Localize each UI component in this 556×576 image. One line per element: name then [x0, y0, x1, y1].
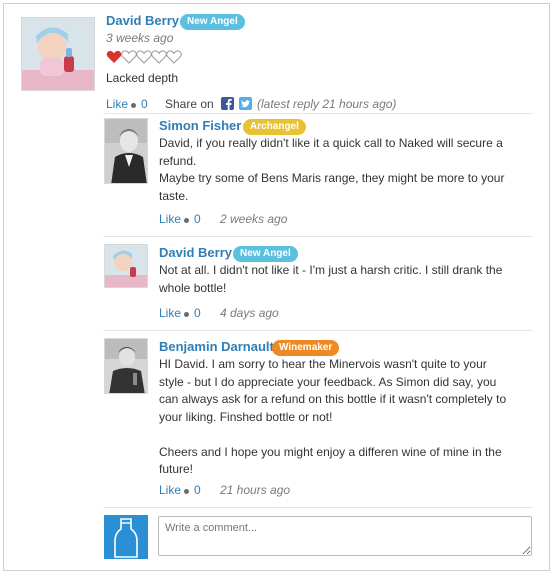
- facebook-icon[interactable]: [221, 97, 234, 110]
- reply-time: 4 days ago: [220, 306, 279, 320]
- like-link[interactable]: Like: [159, 483, 181, 497]
- share-label: Share on: [165, 97, 214, 111]
- reply-avatar[interactable]: [104, 338, 148, 394]
- divider: [103, 236, 533, 237]
- comment-input[interactable]: [158, 516, 532, 556]
- status-badge: New Angel: [233, 246, 298, 262]
- divider: [103, 507, 533, 508]
- reply-author[interactable]: Benjamin Darnault: [159, 339, 274, 354]
- reply-text: David, if you really didn't like it a qu…: [159, 136, 505, 203]
- like-count: 0: [194, 212, 201, 226]
- heart-empty-icon: [121, 50, 137, 64]
- twitter-icon[interactable]: [239, 97, 252, 110]
- like-link[interactable]: Like: [106, 97, 128, 111]
- bullet-dot: [184, 312, 189, 317]
- reply-author[interactable]: David Berry: [159, 245, 232, 260]
- review-text: Lacked depth: [106, 71, 179, 85]
- bullet-dot: [184, 218, 189, 223]
- bullet-dot: [131, 103, 136, 108]
- like-link[interactable]: Like: [159, 306, 181, 320]
- heart-empty-icon: [166, 50, 182, 64]
- divider: [103, 330, 533, 331]
- reply-avatar[interactable]: [104, 244, 148, 288]
- status-badge: Winemaker: [272, 340, 340, 356]
- divider: [103, 113, 533, 114]
- like-count: 0: [194, 306, 201, 320]
- like-link[interactable]: Like: [159, 212, 181, 226]
- reviewer-avatar[interactable]: [21, 17, 95, 91]
- bottle-icon: [104, 515, 148, 559]
- status-badge: New Angel: [180, 14, 245, 30]
- reply-text: HI David. I am sorry to hear the Minervo…: [159, 357, 507, 476]
- like-count: 0: [194, 483, 201, 497]
- heart-empty-icon: [136, 50, 152, 64]
- status-badge: Archangel: [243, 119, 306, 135]
- reply-text: Not at all. I didn't not like it - I'm j…: [159, 263, 503, 295]
- reviewer-name[interactable]: David Berry: [106, 13, 179, 28]
- bullet-dot: [184, 489, 189, 494]
- like-count: 0: [141, 97, 148, 111]
- heart-empty-icon: [151, 50, 167, 64]
- heart-filled-icon: [106, 50, 122, 63]
- reply-time: 2 weeks ago: [220, 212, 288, 226]
- latest-reply-note: (latest reply 21 hours ago): [257, 97, 397, 111]
- reply-author[interactable]: Simon Fisher: [159, 118, 241, 133]
- reply-time: 21 hours ago: [220, 483, 291, 497]
- reply-avatar[interactable]: [104, 118, 148, 184]
- review-time: 3 weeks ago: [106, 31, 174, 45]
